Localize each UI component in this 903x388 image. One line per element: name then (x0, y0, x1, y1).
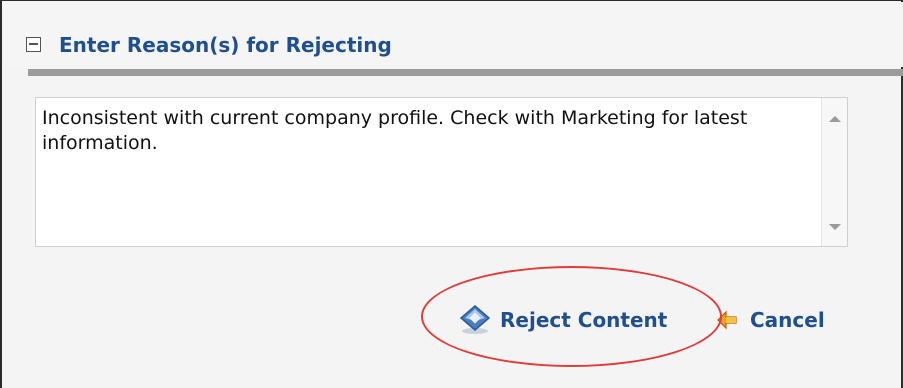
cancel-label: Cancel (750, 308, 825, 332)
cancel-arrow-icon (717, 310, 737, 330)
reject-dialog: Enter Reason(s) for Rejecting Inconsiste… (0, 0, 903, 388)
collapse-minus-icon[interactable] (26, 37, 41, 52)
rejection-reason-text[interactable]: Inconsistent with current company profil… (42, 106, 802, 156)
reject-diamond-icon (459, 305, 491, 334)
textarea-scrollbar[interactable] (821, 98, 847, 246)
panel-title: Enter Reason(s) for Rejecting (59, 33, 392, 57)
scroll-down-arrow-icon[interactable] (829, 224, 841, 230)
header-divider (28, 69, 903, 76)
cancel-button[interactable]: Cancel (716, 304, 825, 336)
scroll-up-arrow-icon[interactable] (829, 116, 841, 122)
reject-content-label: Reject Content (500, 308, 668, 332)
action-bar: Reject Content Cancel (2, 291, 903, 351)
rejection-reason-textarea[interactable]: Inconsistent with current company profil… (35, 97, 848, 247)
panel-header: Enter Reason(s) for Rejecting (4, 2, 903, 67)
reject-content-button[interactable]: Reject Content (458, 304, 667, 336)
